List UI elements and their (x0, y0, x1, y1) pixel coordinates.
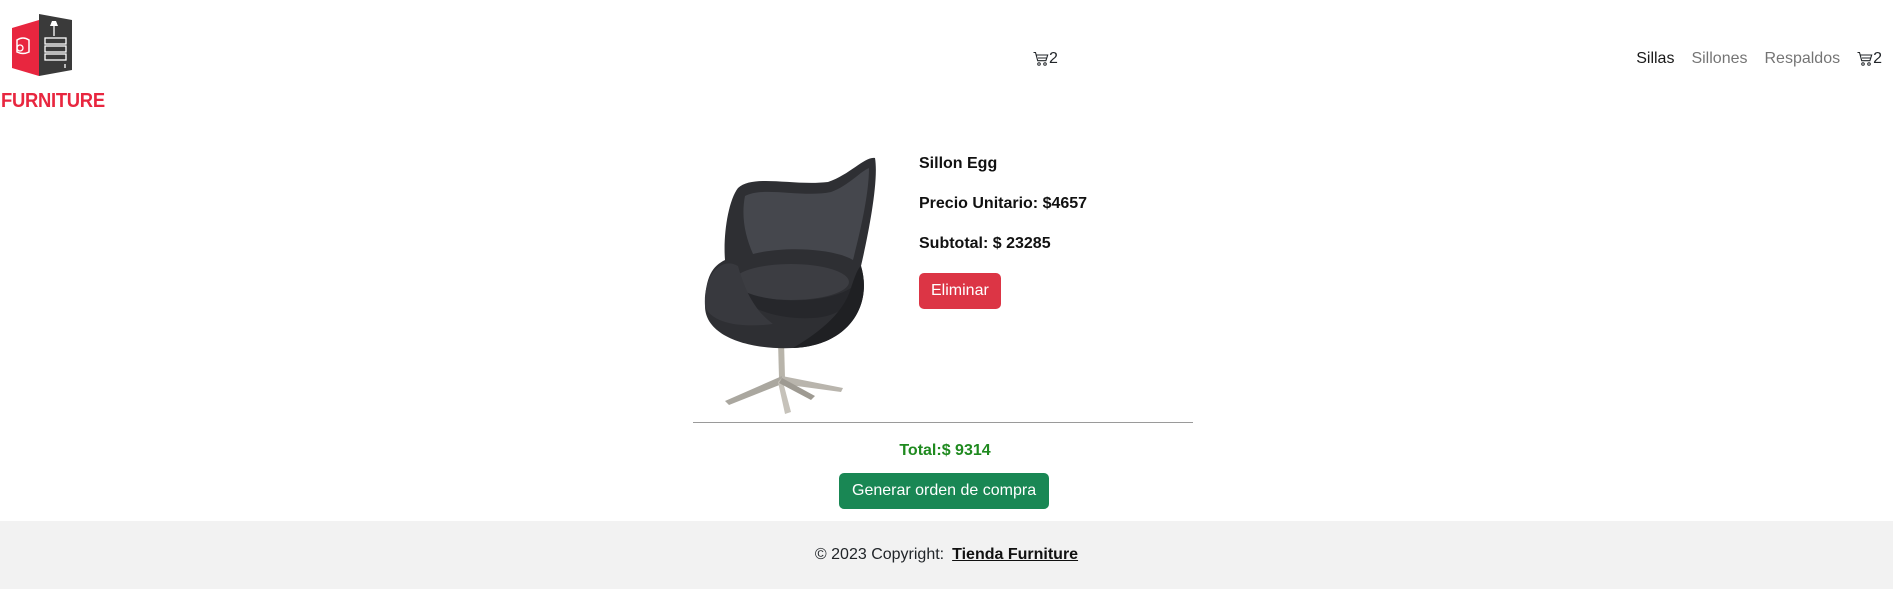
nav-links: Sillas Sillones Respaldos 2 (1636, 50, 1882, 68)
footer: © 2023 Copyright: Tienda Furniture (0, 521, 1893, 589)
nav-cart-count: 2 (1873, 50, 1882, 67)
total-row: Total:$ 9314 (0, 442, 1893, 460)
center-cart-count: 2 (1049, 50, 1058, 67)
egg-chair-image (704, 157, 876, 414)
copyright-text: © 2023 Copyright: (814, 546, 945, 563)
navbar: FURNITURE 2 Sillas Sillones Respaldos 2 (0, 0, 1893, 120)
item-info: Sillon Egg Precio Unitario: $4657 Subtot… (919, 154, 1087, 309)
remove-button[interactable]: Eliminar (919, 273, 1001, 309)
divider (693, 422, 1193, 423)
total-amount: Total:$ 9314 (899, 442, 991, 459)
nav-link-sillones[interactable]: Sillones (1691, 50, 1747, 68)
brand-logo[interactable]: FURNITURE (0, 14, 105, 114)
cart-icon (1857, 51, 1873, 66)
logo-text: FURNITURE (1, 90, 105, 112)
store-link[interactable]: Tienda Furniture (952, 546, 1078, 564)
order-button-wrap: Generar orden de compra (839, 473, 1050, 509)
item-name: Sillon Egg (919, 155, 998, 172)
nav-cart-link[interactable]: 2 (1857, 50, 1882, 68)
generate-order-button[interactable]: Generar orden de compra (839, 473, 1050, 509)
cart-item: Sillon Egg Precio Unitario: $4657 Subtot… (693, 150, 1193, 420)
nav-link-respaldos[interactable]: Respaldos (1764, 50, 1840, 68)
cart-icon (1033, 51, 1049, 66)
item-unit-price: Precio Unitario: $4657 (919, 195, 1088, 212)
item-subtotal: Subtotal: $ 23285 (919, 235, 1051, 252)
nav-link-sillas[interactable]: Sillas (1636, 50, 1674, 68)
furniture-logo-icon (12, 14, 72, 76)
center-cart-link[interactable]: 2 (1033, 50, 1058, 68)
